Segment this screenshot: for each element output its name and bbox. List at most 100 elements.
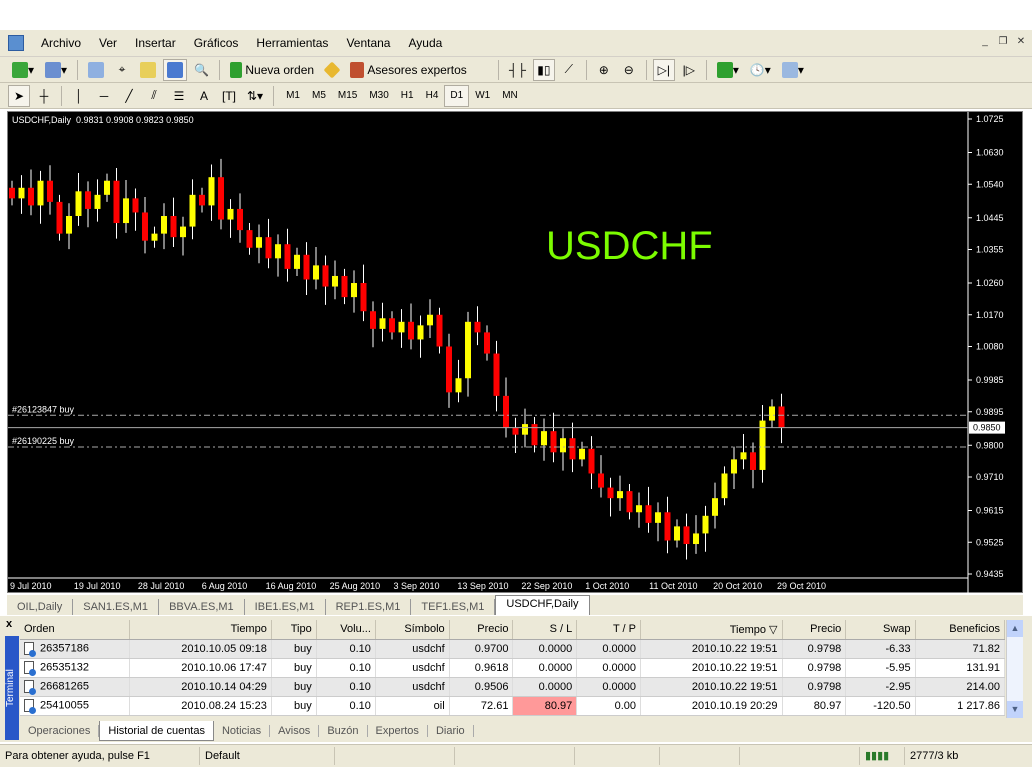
terminal-close-icon[interactable]: x [6,618,12,630]
column-header[interactable]: Orden [20,620,131,640]
terminal-tab[interactable]: Noticias [214,724,271,737]
table-row[interactable]: 26357186 2010.10.05 09:18 buy 0.10 usdchf 0.9… [20,639,1006,659]
column-header[interactable]: Tiempo [129,620,272,640]
column-header[interactable]: Swap [845,620,916,640]
candle-body [379,318,386,329]
column-header[interactable]: T / P [576,620,642,640]
candle-body [142,212,148,241]
vertical-line-tool[interactable]: │ [68,85,90,107]
terminal-button[interactable] [163,58,188,81]
scroll-up-icon[interactable]: ▲ [1007,620,1023,637]
expert-advisors-label: Asesores expertos [367,62,467,77]
menu-item[interactable]: Gráficos [185,36,248,50]
strategy-tester-button[interactable]: 🔍 [190,59,213,81]
candle-body [275,244,281,259]
column-header[interactable]: Precio [449,620,514,640]
timeframe-m15[interactable]: M15 [332,85,363,107]
timeframe-mn[interactable]: MN [496,85,524,107]
crosshair-tool[interactable]: ┼ [33,85,55,107]
timeframe-m1[interactable]: M1 [280,85,306,107]
chart-tab[interactable]: SAN1.ES,M1 [73,599,160,615]
zoom-out-button[interactable]: ⊖ [618,59,640,81]
column-header[interactable]: Beneficios [915,620,1006,640]
chart-tab[interactable]: BBVA.ES,M1 [159,599,245,615]
autoscroll-button[interactable]: ▷| [652,58,675,81]
expert-warning-button[interactable] [321,59,343,81]
chart-tab[interactable]: TEF1.ES,M1 [411,599,496,615]
text-label-tool[interactable]: [T] [218,85,240,107]
new-order-button[interactable]: Nueva orden [226,59,318,81]
chart-tab[interactable]: IBE1.ES,M1 [245,599,326,615]
terminal-tab[interactable]: Historial de cuentas [99,720,214,741]
chart-tab[interactable]: USDCHF,Daily [495,595,590,615]
menu-item[interactable]: Archivo [32,36,90,50]
arrows-tool[interactable]: ⇅▾ [243,85,267,107]
menu-item[interactable]: Insertar [126,36,185,50]
timeframe-h4[interactable]: H4 [420,85,445,107]
timeframe-w1[interactable]: W1 [469,85,496,107]
date-tick-label: 25 Aug 2010 [330,581,381,591]
line-chart-button[interactable]: ⟋ [558,59,580,81]
timeframe-d1[interactable]: D1 [444,84,470,107]
new-chart-button[interactable]: ▾ [8,59,38,81]
indicators-button[interactable]: ▾ [713,59,743,81]
candle-body [256,237,262,248]
table-scrollbar[interactable]: ▲ ▼ [1006,620,1023,718]
profiles-button[interactable]: ▾ [41,59,71,81]
candlestick-plot[interactable]: 1.0725 1.0630 1.0540 1.0445 1.0355 1.0260 1.01… [8,112,1024,594]
bar-chart-button[interactable]: ┤├ [505,59,530,81]
candle-body [227,208,234,220]
table-cell: 2010.10.22 19:51 [640,658,783,678]
candle-body [18,187,25,199]
expert-advisors-button[interactable]: Asesores expertos [346,59,471,81]
table-row[interactable]: 26681265 2010.10.14 04:29 buy 0.10 usdchf 0.9… [20,677,1006,697]
chart-shift-button[interactable]: |▷ [678,59,700,81]
menu-item[interactable]: Ayuda [399,36,451,50]
table-row[interactable]: 26535132 2010.10.06 17:47 buy 0.10 usdchf 0.9… [20,658,1006,678]
cell-value: 0.0000 [602,680,637,693]
horizontal-line-tool[interactable]: ─ [93,85,115,107]
candle-body [626,491,633,513]
terminal-tab[interactable]: Avisos [270,724,320,737]
chart-tab[interactable]: OIL,Daily [7,599,74,615]
chart-tab[interactable]: REP1.ES,M1 [326,599,412,615]
text-tool[interactable]: A [193,85,215,107]
minimize-icon[interactable]: _ [978,36,992,49]
trendline-tool[interactable]: ╱ [118,85,140,107]
column-header[interactable]: S / L [512,620,578,640]
column-header[interactable]: Volu... [316,620,376,640]
scroll-down-icon[interactable]: ▼ [1007,701,1023,718]
timeframe-h1[interactable]: H1 [395,85,420,107]
favorites-folder-button[interactable] [136,59,160,81]
candlestick-button[interactable]: ▮▯ [532,58,555,81]
column-header[interactable]: Precio [782,620,847,640]
menu-item[interactable]: Ver [90,36,126,50]
terminal-tab[interactable]: Diario [428,724,474,737]
terminal-tab[interactable]: Buzón [319,724,368,737]
terminal-tab[interactable]: Expertos [368,724,428,737]
fibonacci-tool[interactable]: ☰ [168,85,190,107]
price-chart[interactable]: 1.0725 1.0630 1.0540 1.0445 1.0355 1.0260 1.01… [7,111,1024,594]
cell-value: 0.0000 [538,642,573,655]
column-header[interactable]: Tipo [271,620,317,640]
zoom-in-button[interactable]: ⊕ [593,59,615,81]
periods-button[interactable]: 🕓▾ [746,59,775,81]
market-watch-button[interactable] [84,59,108,81]
table-row[interactable]: 25410055 2010.08.24 15:23 buy 0.10 oil 72.61 8… [20,696,1006,716]
menu-item[interactable]: Ventana [337,36,399,50]
templates-button[interactable]: ▾ [778,59,808,81]
terminal-tab[interactable]: Operaciones [20,724,100,737]
restore-icon[interactable]: ❐ [996,36,1010,49]
column-header[interactable]: Tiempo ▽ [640,620,783,640]
new-order-icon [230,61,243,78]
column-header[interactable]: Símbolo [375,620,450,640]
order-document-icon [24,642,36,657]
equidistant-channel-tool[interactable]: ⫽ [143,85,165,107]
account-history-table: Orden Tiempo Tipo Volu... Símbolo Precio S / L… [20,620,1006,716]
cursor-tool[interactable]: ➤ [8,84,30,107]
timeframe-m5[interactable]: M5 [306,85,332,107]
timeframe-m30[interactable]: M30 [363,85,394,107]
close-icon[interactable]: ✕ [1014,36,1028,49]
menu-item[interactable]: Herramientas [247,36,337,50]
navigator-crosshair-button[interactable]: ⌖ [111,59,133,81]
